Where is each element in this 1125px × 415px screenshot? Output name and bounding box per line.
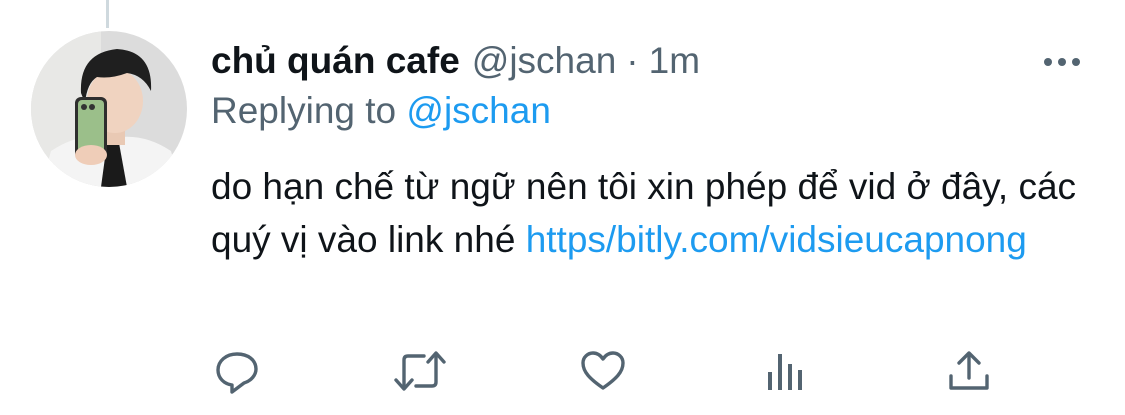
retweet-button[interactable] [394, 348, 446, 394]
views-button[interactable] [765, 348, 811, 394]
tweet-link[interactable]: https/bitly.com/vidsieucapnong [526, 219, 1027, 260]
thread-line [106, 0, 109, 28]
display-name[interactable]: chủ quán cafe [211, 40, 460, 82]
replying-to-handle[interactable]: @jschan [406, 90, 551, 131]
replying-to-label: Replying to [211, 90, 407, 131]
more-options-icon[interactable] [1042, 52, 1082, 72]
share-button[interactable] [946, 348, 992, 394]
user-handle[interactable]: @jschan [472, 40, 617, 82]
tweet-text: do hạn chế từ ngữ nên tôi xin phép để vi… [211, 160, 1091, 266]
avatar[interactable] [31, 31, 187, 187]
timestamp[interactable]: 1m [649, 40, 700, 82]
share-icon [949, 351, 989, 390]
replying-to: Replying to @jschan [211, 90, 551, 132]
tweet-header: chủ quán cafe @jschan · 1m [211, 38, 700, 84]
like-button[interactable] [580, 348, 626, 394]
retweet-icon [394, 351, 446, 391]
tweet[interactable]: chủ quán cafe @jschan · 1m Replying to @… [0, 0, 1125, 415]
reply-button[interactable] [214, 348, 260, 394]
separator-dot: · [626, 40, 639, 81]
heart-icon [581, 351, 625, 390]
reply-icon [216, 352, 258, 394]
analytics-icon [768, 354, 802, 390]
